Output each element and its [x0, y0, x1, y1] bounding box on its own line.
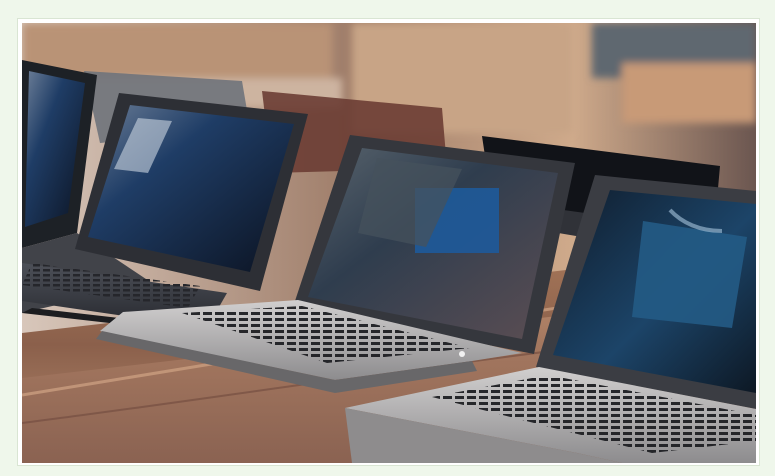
page-background	[0, 0, 775, 476]
laptop-photo	[22, 23, 756, 463]
image-card	[17, 18, 760, 466]
laptop-scene-illustration	[22, 23, 756, 463]
